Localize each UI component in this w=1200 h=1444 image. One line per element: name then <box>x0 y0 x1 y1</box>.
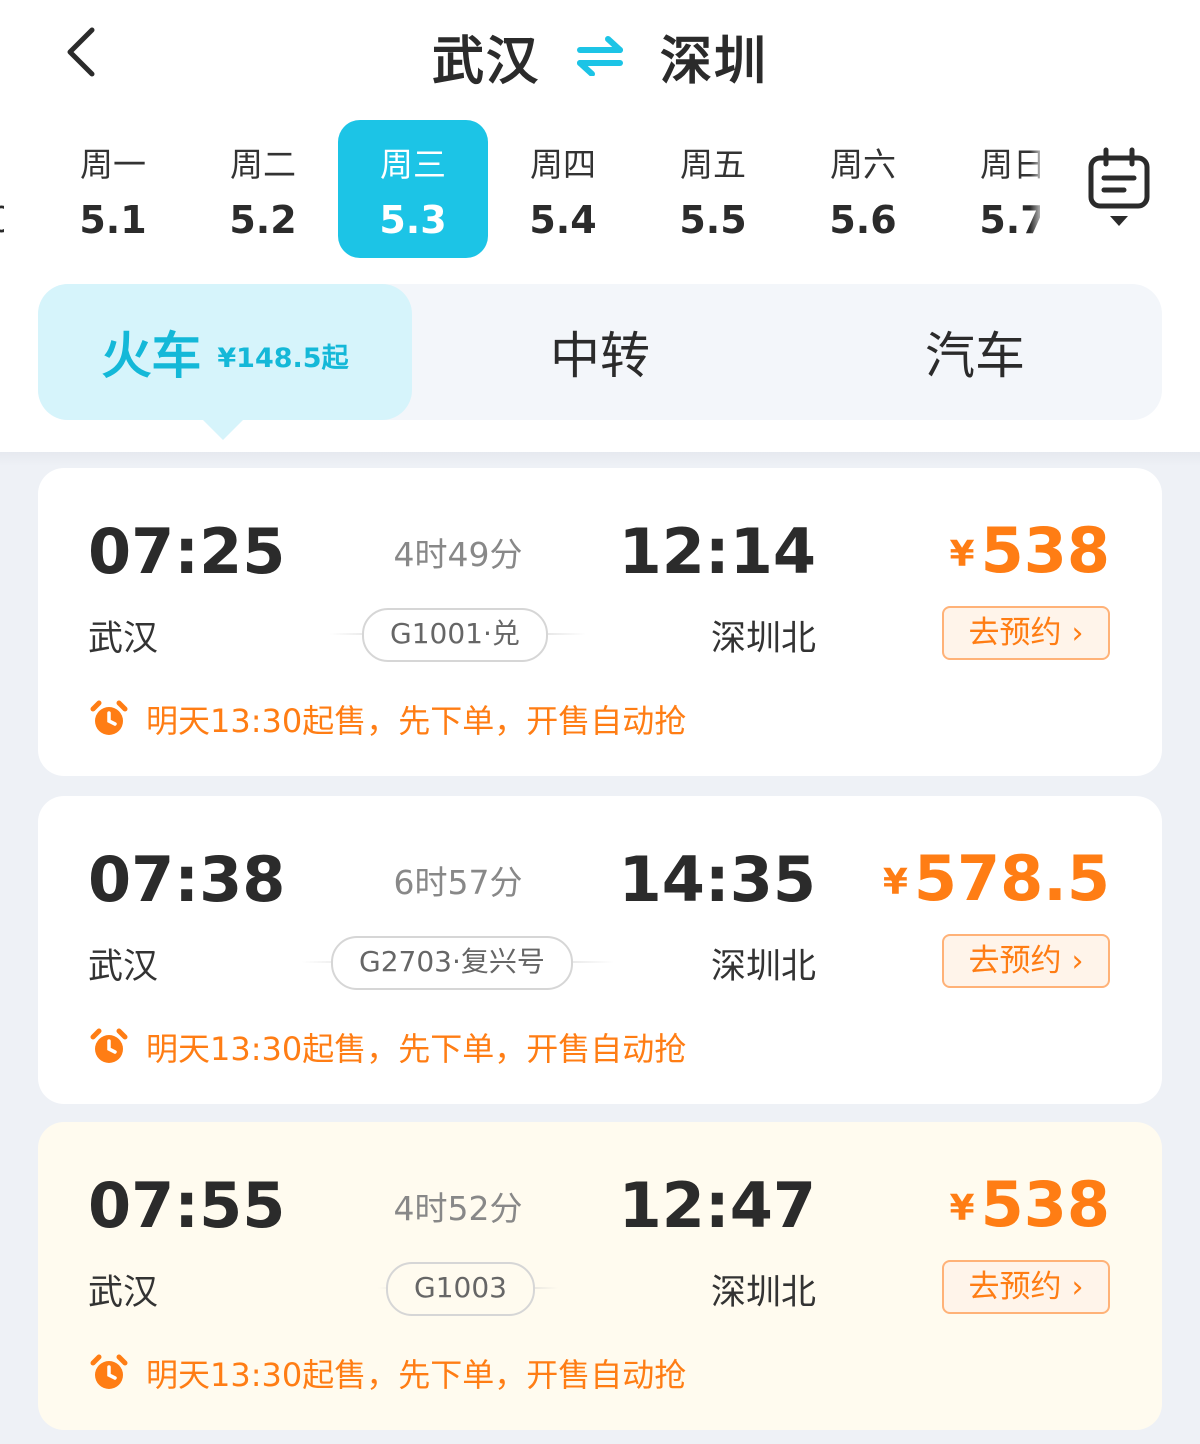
book-button-label: 去预约 <box>968 1269 1062 1305</box>
book-button[interactable]: 去预约 › <box>942 934 1110 988</box>
date-weekday: 周五 <box>680 145 746 184</box>
sale-notice: 明天13:30起售，先下单，开售自动抢 <box>90 1350 686 1396</box>
train-card[interactable]: 07:38 6时57分 14:35 武汉 G2703·复兴号 深圳北 ¥578.… <box>38 796 1162 1104</box>
sale-notice: 明天13:30起售，先下单，开售自动抢 <box>90 696 686 742</box>
departure-time: 07:55 <box>88 1169 286 1242</box>
date-day: 5.4 <box>529 198 597 242</box>
date-day: 5.5 <box>679 198 747 242</box>
swap-arrows-icon <box>577 36 623 77</box>
date-weekday: 周日 <box>980 145 1040 184</box>
from-city[interactable]: 武汉 <box>432 19 540 94</box>
date-item-sat[interactable]: 周六 5.6 <box>788 120 938 258</box>
calendar-icon <box>1088 147 1150 226</box>
price: ¥578.5 <box>883 842 1110 915</box>
date-weekday: 周四 <box>530 145 596 184</box>
price-value: 538 <box>980 1168 1110 1241</box>
train-number: G2703·复兴号 <box>331 936 573 990</box>
sale-notice-text: 明天13:30起售，先下单，开售自动抢 <box>146 1030 687 1068</box>
date-day: 5.2 <box>229 198 297 242</box>
train-number: G1003 <box>386 1262 535 1316</box>
tab-train-price: ¥148.5起 <box>217 342 349 374</box>
book-button[interactable]: 去预约 › <box>942 606 1110 660</box>
route-header: 武汉 深圳 <box>0 14 1200 98</box>
alarm-clock-icon <box>90 1028 128 1063</box>
tab-pointer <box>203 420 243 440</box>
date-strip-fade <box>1030 120 1046 260</box>
departure-station: 武汉 <box>88 619 159 659</box>
tab-bus-label: 汽车 <box>925 327 1025 385</box>
calendar-button[interactable] <box>1086 146 1152 232</box>
departure-station: 武汉 <box>88 947 159 987</box>
alarm-clock-icon <box>90 1354 128 1389</box>
price: ¥538 <box>950 1168 1110 1241</box>
date-item-thu[interactable]: 周四 5.4 <box>488 120 638 258</box>
sale-notice-text: 明天13:30起售，先下单，开售自动抢 <box>146 1356 687 1394</box>
currency-symbol: ¥ <box>949 1188 975 1229</box>
chevron-right-icon: › <box>1071 616 1084 651</box>
mode-tabs: 火车 ¥148.5起 中转 汽车 <box>38 284 1162 420</box>
alarm-clock-icon <box>90 700 128 735</box>
chevron-right-icon: › <box>1071 1270 1084 1305</box>
sale-notice-text: 明天13:30起售，先下单，开售自动抢 <box>146 702 687 740</box>
book-button[interactable]: 去预约 › <box>942 1260 1110 1314</box>
date-weekday: 周三 <box>380 145 446 184</box>
date-day: 5.7 <box>979 198 1040 242</box>
train-card[interactable]: 07:55 4时52分 12:47 武汉 G1003 深圳北 ¥538 去预约 ›… <box>38 1122 1162 1430</box>
date-weekday: 周一 <box>80 145 146 184</box>
tab-transfer[interactable]: 中转 <box>412 284 788 420</box>
tab-bus[interactable]: 汽车 <box>788 284 1162 420</box>
date-weekday: 周六 <box>830 145 896 184</box>
arrival-station: 深圳北 <box>710 619 816 659</box>
price: ¥538 <box>950 514 1110 587</box>
date-item-wed-selected[interactable]: 周三 5.3 <box>338 120 488 258</box>
tab-train[interactable]: 火车 ¥148.5起 <box>38 284 412 420</box>
train-number: G1001·兑 <box>362 608 548 662</box>
duration: 6时57分 <box>393 863 523 902</box>
tab-transfer-label: 中转 <box>550 327 650 385</box>
chevron-right-icon: › <box>1071 944 1084 979</box>
date-day: 5.3 <box>379 198 447 242</box>
date-day: 5.1 <box>79 198 147 242</box>
date-item-fri[interactable]: 周五 5.5 <box>638 120 788 258</box>
duration: 4时52分 <box>393 1189 523 1228</box>
date-strip: 周一 5.1 周二 5.2 周三 5.3 周四 5.4 周五 5.5 周六 5.… <box>0 120 1040 260</box>
departure-time: 07:38 <box>88 843 286 916</box>
departure-time: 07:25 <box>88 515 286 588</box>
sale-notice: 明天13:30起售，先下单，开售自动抢 <box>90 1024 686 1070</box>
duration: 4时49分 <box>393 535 523 574</box>
divider <box>0 452 1200 466</box>
arrival-station: 深圳北 <box>710 947 816 987</box>
price-value: 538 <box>980 514 1110 587</box>
date-item-sun[interactable]: 周日 5.7 <box>938 120 1040 258</box>
arrival-station: 深圳北 <box>710 1273 816 1313</box>
date-item-mon[interactable]: 周一 5.1 <box>38 120 188 258</box>
to-city[interactable]: 深圳 <box>660 19 768 94</box>
currency-symbol: ¥ <box>949 534 975 575</box>
arrival-time: 12:14 <box>618 515 816 588</box>
date-item-tue[interactable]: 周二 5.2 <box>188 120 338 258</box>
arrival-time: 14:35 <box>618 843 816 916</box>
book-button-label: 去预约 <box>968 943 1062 979</box>
date-day: 5.6 <box>829 198 897 242</box>
date-weekday: 周二 <box>230 145 296 184</box>
tab-train-label: 火车 <box>101 327 202 385</box>
currency-symbol: ¥ <box>882 862 908 903</box>
train-card[interactable]: 07:25 4时49分 12:14 武汉 G1001·兑 深圳北 ¥538 去预… <box>38 468 1162 776</box>
departure-station: 武汉 <box>88 1273 159 1313</box>
book-button-label: 去预约 <box>968 615 1062 651</box>
arrival-time: 12:47 <box>618 1169 816 1242</box>
price-value: 578.5 <box>913 842 1110 915</box>
swap-button[interactable] <box>574 36 626 77</box>
